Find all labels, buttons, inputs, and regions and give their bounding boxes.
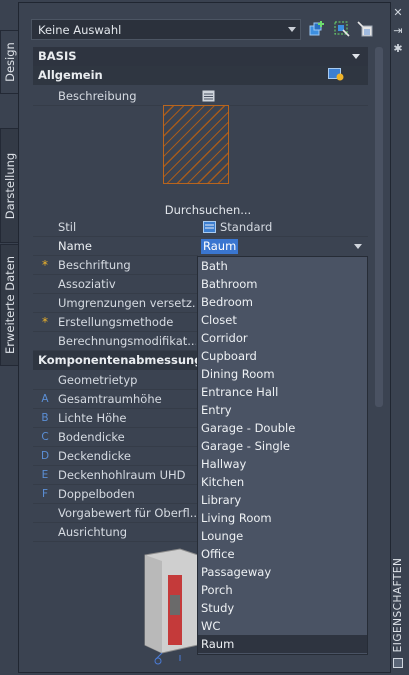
palette-title-label: EIGENSCHAFTEN <box>392 557 404 653</box>
dropdown-item[interactable]: Dining Room <box>198 365 367 383</box>
erstellungsmethode-label: Erstellungsmethode <box>58 315 174 329</box>
dropdown-item[interactable]: WC <box>198 617 367 635</box>
name-label: Name <box>58 239 92 253</box>
property-beschreibung[interactable]: Beschreibung <box>33 87 368 106</box>
dropdown-item[interactable]: Entrance Hall <box>198 383 367 401</box>
autohide-icon[interactable]: ⇥ <box>391 24 405 38</box>
pickadd-icon[interactable] <box>356 20 374 38</box>
vorgabewert-label: Vorgabewert für Oberfl... <box>58 506 196 520</box>
edit-text-icon[interactable] <box>202 90 215 102</box>
dropdown-item[interactable]: Study <box>198 599 367 617</box>
category-allgemein[interactable]: Allgemein <box>33 66 368 85</box>
deckendicke-label: Deckendicke <box>58 449 132 463</box>
dropdown-item[interactable]: Office <box>198 545 367 563</box>
stil-value-text: Standard <box>220 220 273 234</box>
dropdown-item[interactable]: Porch <box>198 581 367 599</box>
chevron-down-icon <box>288 27 296 32</box>
berechnung-label: Berechnungsmodifikat... <box>58 334 196 348</box>
dropdown-item[interactable]: Cupboard <box>198 347 367 365</box>
deckenhohlraum-label: Deckenhohlraum UHD <box>58 468 186 482</box>
name-field[interactable]: Raum <box>198 237 368 256</box>
quick-properties-icon[interactable] <box>328 68 344 82</box>
scrollbar[interactable] <box>375 47 383 407</box>
dropdown-item[interactable]: Garage - Double <box>198 419 367 437</box>
quick-select-icon[interactable] <box>333 20 351 38</box>
dropdown-item[interactable]: Closet <box>198 311 367 329</box>
category-basis-label: BASIS <box>38 49 77 63</box>
dropdown-item[interactable]: Kitchen <box>198 473 367 491</box>
dimension-d-icon: D <box>40 450 50 462</box>
properties-palette: Design Darstellung Erweiterte Daten Kein… <box>0 0 409 675</box>
dropdown-item[interactable]: Corridor <box>198 329 367 347</box>
beschriftung-label: Beschriftung <box>58 258 131 272</box>
assoziativ-label: Assoziativ <box>58 277 116 291</box>
palette-menu-icon[interactable] <box>393 658 403 668</box>
dropdown-item[interactable]: Passageway <box>198 563 367 581</box>
gesamtraumhoehe-label: Gesamtraumhöhe <box>58 392 162 406</box>
hatch-preview <box>163 105 229 184</box>
dropdown-item[interactable]: Bath <box>198 257 367 275</box>
geometrietyp-label: Geometrietyp <box>58 373 138 387</box>
dimension-b-icon: B <box>41 412 49 424</box>
property-name[interactable]: Name Raum <box>33 237 368 256</box>
tab-design[interactable]: Design <box>0 30 19 94</box>
name-dropdown-list[interactable]: Bath Bathroom Bedroom Closet Corridor Cupboar… <box>197 256 368 655</box>
tab-darstellung[interactable]: Darstellung <box>0 128 19 243</box>
toolbar: Keine Auswahl <box>28 15 378 43</box>
umgrenzungen-label: Umgrenzungen versetz... <box>58 296 196 310</box>
add-objects-icon[interactable] <box>308 20 326 38</box>
selection-combo[interactable]: Keine Auswahl <box>31 19 301 40</box>
room-section-diagram <box>144 548 199 665</box>
gear-icon[interactable]: ✱ <box>391 42 405 56</box>
tab-design-label: Design <box>3 42 17 82</box>
dropdown-item[interactable]: Bathroom <box>198 275 367 293</box>
category-komponenten-label: Komponentenabmessungen <box>38 353 219 367</box>
property-stil[interactable]: Stil Standard <box>33 218 368 237</box>
category-basis[interactable]: BASIS <box>33 47 368 66</box>
name-value: Raum <box>201 239 239 254</box>
dropdown-item[interactable]: Hallway <box>198 455 367 473</box>
dropdown-item[interactable]: Library <box>198 491 367 509</box>
dropdown-item[interactable]: Bedroom <box>198 293 367 311</box>
dropdown-item[interactable]: Living Room <box>198 509 367 527</box>
dropdown-item[interactable]: Garage - Single <box>198 437 367 455</box>
dimension-c-icon: C <box>41 431 49 443</box>
doppelboden-label: Doppelboden <box>58 487 135 501</box>
dimension-a-icon: A <box>41 393 49 405</box>
collapse-icon <box>352 54 360 59</box>
tab-darstellung-label: Darstellung <box>3 152 17 219</box>
category-allgemein-label: Allgemein <box>38 68 103 82</box>
ausrichtung-label: Ausrichtung <box>58 525 128 539</box>
close-icon[interactable]: ✕ <box>391 6 405 20</box>
stil-label: Stil <box>58 220 77 234</box>
style-icon <box>203 221 216 233</box>
beschreibung-label: Beschreibung <box>58 89 137 103</box>
browse-button[interactable]: Durchsuchen... <box>148 203 268 217</box>
selection-value: Keine Auswahl <box>38 23 122 37</box>
dropdown-item[interactable]: Lounge <box>198 527 367 545</box>
lichte-hoehe-label: Lichte Höhe <box>58 411 127 425</box>
required-star-icon: * <box>42 315 48 329</box>
required-star-icon: * <box>42 258 48 272</box>
palette-title: EIGENSCHAFTEN <box>391 555 405 655</box>
tab-erweiterte-label: Erweiterte Daten <box>3 256 17 354</box>
dimension-f-icon: F <box>41 488 49 500</box>
tab-erweiterte-daten[interactable]: Erweiterte Daten <box>0 244 19 366</box>
dimension-e-icon: E <box>41 469 49 481</box>
bodendicke-label: Bodendicke <box>58 430 125 444</box>
dropdown-item[interactable]: Entry <box>198 401 367 419</box>
dropdown-item[interactable]: Raum <box>198 635 367 653</box>
chevron-down-icon[interactable] <box>354 244 362 249</box>
